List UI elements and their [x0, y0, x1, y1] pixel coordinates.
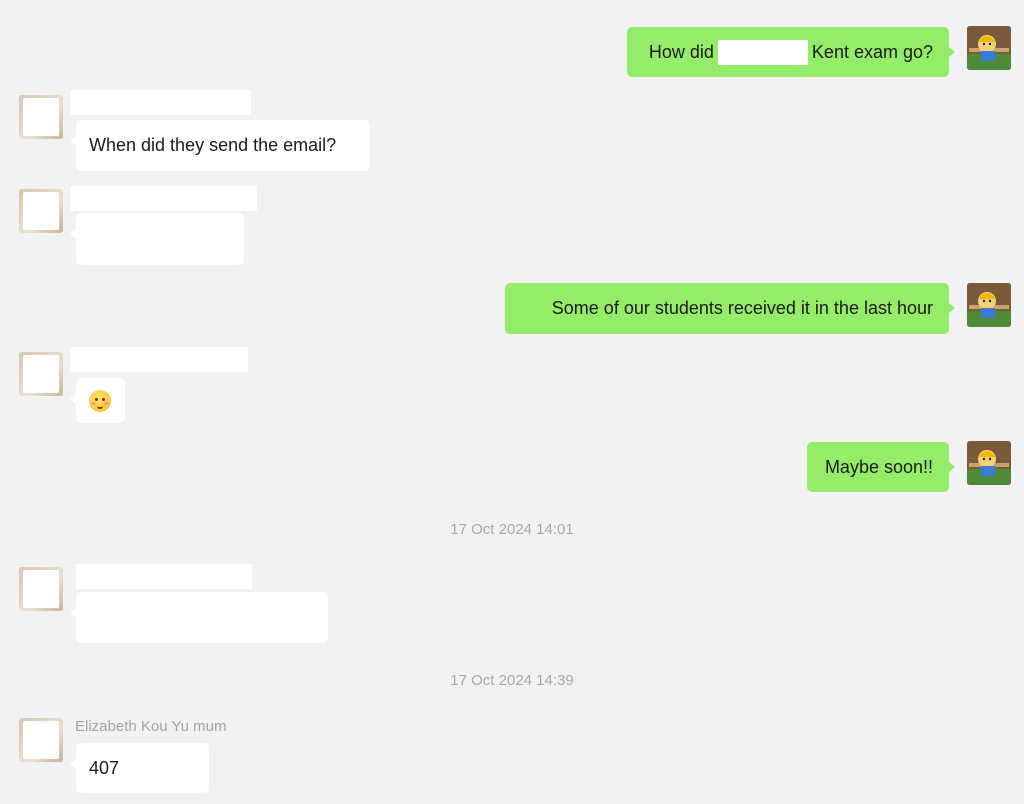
message-text: How did — [648, 41, 714, 62]
message-text: Maybe soon!! — [824, 456, 933, 477]
cartoon-avatar-icon — [967, 26, 1011, 70]
contact-avatar[interactable] — [19, 567, 63, 611]
contact-avatar[interactable] — [19, 95, 63, 139]
message-bubble-mine[interactable]: Maybe soon!! — [807, 442, 955, 492]
message-bubble-mine[interactable]: How did Kent exam go? — [627, 27, 955, 77]
message-bubble-mine[interactable]: Some of our students received it in the … — [505, 283, 955, 334]
my-avatar[interactable] — [967, 283, 1011, 327]
message-text: 407 — [89, 757, 120, 778]
message-bubble-other[interactable]: When did they send the email? — [70, 120, 370, 171]
sender-name-redacted — [70, 90, 251, 115]
message-bubble-other-redacted[interactable] — [70, 213, 244, 265]
timestamp-divider: 17 Oct 2024 14:01 — [450, 521, 574, 538]
cartoon-avatar-icon — [967, 441, 1011, 485]
sender-name: Elizabeth Kou Yu mum — [75, 718, 227, 735]
message-bubble-other-redacted[interactable] — [70, 592, 328, 643]
contact-avatar[interactable] — [19, 352, 63, 396]
cartoon-avatar-icon — [967, 283, 1011, 327]
message-bubble-other[interactable] — [70, 378, 125, 423]
sender-name-redacted — [76, 564, 252, 589]
contact-avatar[interactable] — [19, 189, 63, 233]
my-avatar[interactable] — [967, 26, 1011, 70]
smiling-face-with-blush-icon — [89, 389, 111, 412]
contact-avatar[interactable] — [19, 718, 63, 762]
redacted-text — [717, 39, 808, 65]
message-text: Kent exam go? — [811, 41, 933, 62]
timestamp-divider: 17 Oct 2024 14:39 — [450, 672, 574, 689]
message-bubble-other[interactable]: 407 — [70, 743, 209, 793]
sender-name-redacted — [70, 186, 257, 211]
my-avatar[interactable] — [967, 441, 1011, 485]
message-text: Some of our students received it in the … — [551, 298, 933, 318]
sender-name-redacted — [70, 347, 248, 372]
message-text: When did they send the email? — [89, 135, 337, 155]
